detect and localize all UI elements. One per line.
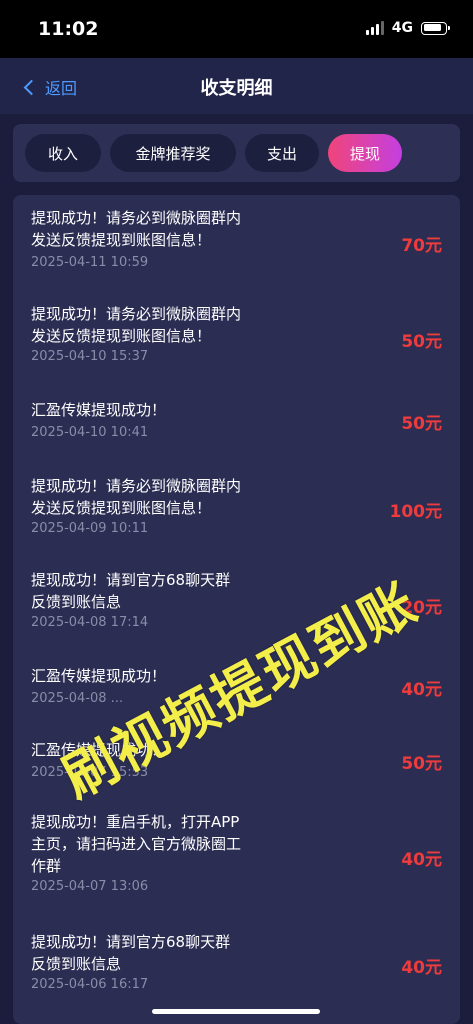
record-title: 提现成功！请到官方68聊天群 反馈到账信息 [31,933,231,973]
nav-bar: 返回 收支明细 [0,58,473,114]
list-item[interactable]: 提现成功！请务必到微脉圈群内 发送反馈提现到账图信息！ 2025-04-09 10… [13,469,460,561]
record-title: 提现成功！请务必到微脉圈群内 发送反馈提现到账图信息！ [31,209,242,249]
signal-icon [365,21,384,35]
home-indicator[interactable] [152,1009,320,1014]
record-date: 2025-04-10 15:37 [31,349,149,364]
list-item[interactable]: 汇盈传媒提现成功！ 2025-04-10 10:41 50元 [13,389,460,459]
tab-gold-reward[interactable]: 金牌推荐奖 [110,134,236,172]
record-amount: 50元 [401,754,442,774]
page-title: 收支明细 [200,78,273,99]
record-title: 汇盈传媒提现成功！ [31,401,167,419]
record-date: 2025-04-11 10:59 [31,255,149,270]
tab-income[interactable]: 收入 [25,134,101,172]
status-icons: 4G [365,20,450,36]
record-amount: 100元 [389,502,443,522]
record-amount: 50元 [401,414,442,434]
record-amount: 40元 [401,850,442,870]
record-amount: 70元 [401,236,442,256]
record-date: 2025-04-06 16:17 [31,977,149,992]
record-date: 2025-04-08 ... [31,691,124,706]
record-title: 提现成功！重启手机，打开APP 主页，请扫码进入官方微脉圈工 作群 [31,813,242,875]
record-title: 提现成功！请务必到微脉圈群内 发送反馈提现到账图信息！ [31,305,242,345]
list-item[interactable]: 提现成功！请务必到微脉圈群内 发送反馈提现到账图信息！ 2025-04-11 10… [13,195,460,287]
record-amount: 40元 [401,680,442,700]
tab-withdraw[interactable]: 提现 [328,134,402,172]
tab-expense[interactable]: 支出 [245,134,319,172]
record-amount: 40元 [401,958,442,978]
record-date: 2025-04-07 13:06 [31,879,149,894]
record-amount: 50元 [401,332,442,352]
record-date: 2025-04-09 10:11 [31,521,149,536]
status-bar: 11:02 4G [0,0,473,58]
status-time: 11:02 [38,18,99,40]
network-label: 4G [391,20,413,36]
battery-icon [421,21,450,35]
tab-bar: 收入 金牌推荐奖 支出 提现 [13,124,460,182]
record-title: 提现成功！请到官方68聊天群 反馈到账信息 [31,571,231,611]
record-date: 2025-04-10 10:41 [31,425,149,440]
record-date: 2025-04-08 17:14 [31,615,149,630]
list-item[interactable]: 提现成功！重启手机，打开APP 主页，请扫码进入官方微脉圈工 作群 2025-04-… [13,805,460,923]
record-title: 提现成功！请务必到微脉圈群内 发送反馈提现到账图信息！ [31,477,242,517]
list-item[interactable]: 提现成功！请务必到微脉圈群内 发送反馈提现到账图信息！ 2025-04-10 15… [13,293,460,385]
